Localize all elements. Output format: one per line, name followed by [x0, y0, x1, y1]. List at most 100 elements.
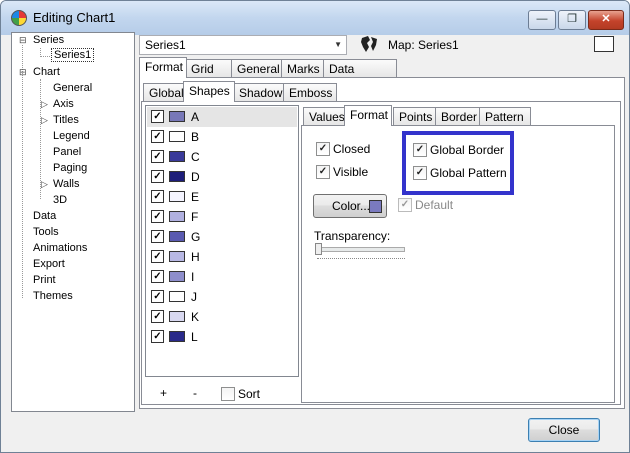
series-select-value: Series1	[145, 38, 186, 52]
close-button[interactable]: Close	[528, 418, 600, 442]
list-item[interactable]: ✓ L	[147, 327, 297, 347]
tab-shapes[interactable]: Shapes	[183, 81, 235, 102]
tab-grid-3d[interactable]: Grid 3D	[185, 59, 233, 94]
list-item-checkbox[interactable]: ✓	[151, 210, 164, 223]
tree-axis[interactable]: Axis	[53, 98, 74, 110]
list-item-checkbox[interactable]: ✓	[151, 330, 164, 343]
tree-walls[interactable]: Walls	[53, 178, 79, 190]
sort-checkbox-box[interactable]	[221, 387, 235, 401]
expand-icon[interactable]: ▷	[41, 99, 48, 110]
chevron-down-icon[interactable]: ▼	[334, 40, 342, 49]
list-item-checkbox[interactable]: ✓	[151, 110, 164, 123]
default-checkbox-box[interactable]: ✓	[398, 198, 412, 212]
close-window-button[interactable]: ✕	[588, 10, 624, 30]
tab-shadow[interactable]: Shadow	[233, 83, 285, 102]
tree-connector	[40, 56, 50, 57]
tab-data-source[interactable]: Data Source	[323, 59, 397, 94]
global-border-checkbox-box[interactable]: ✓	[413, 143, 427, 157]
sort-label: Sort	[238, 387, 261, 401]
list-item-checkbox[interactable]: ✓	[151, 190, 164, 203]
color-button-label: Color...	[332, 199, 371, 213]
tree-series1[interactable]: Series1	[51, 48, 95, 62]
tree-series[interactable]: Series	[33, 34, 64, 46]
app-icon	[11, 10, 27, 26]
highlight-frame	[402, 131, 514, 195]
tree-general[interactable]: General	[53, 82, 92, 94]
list-item-checkbox[interactable]: ✓	[151, 310, 164, 323]
list-item[interactable]: ✓ F	[147, 207, 297, 227]
list-item[interactable]: ✓ H	[147, 247, 297, 267]
list-item-checkbox[interactable]: ✓	[151, 270, 164, 283]
list-item-label: E	[191, 190, 200, 204]
transparency-slider[interactable]	[317, 247, 405, 252]
closed-label: Closed	[333, 142, 371, 156]
series-color-swatch[interactable]	[594, 36, 614, 52]
editor-window: Editing Chart1 — ❐ ✕ ⊟ Series Series1 ⊟ …	[0, 0, 630, 453]
tree-themes[interactable]: Themes	[33, 290, 73, 302]
tab-points[interactable]: Points	[393, 107, 437, 126]
tree-animations[interactable]: Animations	[33, 242, 87, 254]
collapse-icon[interactable]: ⊟	[19, 35, 27, 46]
list-item[interactable]: ✓ A	[147, 107, 297, 127]
list-item-label: L	[191, 330, 198, 344]
tree-panel[interactable]: Panel	[53, 146, 81, 158]
color-button[interactable]: Color...	[313, 194, 387, 218]
series-select[interactable]: Series1 ▼	[139, 35, 347, 55]
list-item[interactable]: ✓ I	[147, 267, 297, 287]
color-swatch	[169, 251, 185, 262]
list-item-checkbox[interactable]: ✓	[151, 130, 164, 143]
collapse-icon[interactable]: ⊟	[19, 67, 27, 78]
color-swatch	[169, 311, 185, 322]
tab-pattern[interactable]: Pattern	[479, 107, 531, 126]
tree-connector	[22, 45, 23, 298]
list-item-checkbox[interactable]: ✓	[151, 290, 164, 303]
list-item-label: A	[191, 110, 200, 124]
expand-icon[interactable]: ▷	[41, 179, 48, 190]
list-item[interactable]: ✓ C	[147, 147, 297, 167]
maximize-button[interactable]: ❐	[558, 10, 586, 30]
transparency-label: Transparency:	[314, 229, 391, 243]
editor-tree[interactable]: ⊟ Series Series1 ⊟ Chart General ▷ Axis …	[11, 32, 135, 412]
window-title: Editing Chart1	[33, 10, 116, 25]
minimize-button[interactable]: —	[528, 10, 556, 30]
shape-list[interactable]: ✓ A ✓ B ✓ C ✓ D ✓ E ✓ F ✓ G ✓ H ✓ I ✓ J …	[145, 105, 299, 377]
global-pattern-label: Global Pattern	[430, 166, 507, 180]
visible-checkbox-box[interactable]: ✓	[316, 165, 330, 179]
color-swatch	[169, 331, 185, 342]
remove-shape-button[interactable]: -	[193, 386, 197, 400]
transparency-slider-thumb[interactable]	[315, 243, 322, 255]
list-item[interactable]: ✓ E	[147, 187, 297, 207]
tab-emboss[interactable]: Emboss	[283, 83, 337, 102]
list-item-checkbox[interactable]: ✓	[151, 150, 164, 163]
list-item[interactable]: ✓ B	[147, 127, 297, 147]
tree-export[interactable]: Export	[33, 258, 65, 270]
list-item-checkbox[interactable]: ✓	[151, 250, 164, 263]
tree-data[interactable]: Data	[33, 210, 56, 222]
title-bar[interactable]: Editing Chart1 — ❐ ✕	[1, 1, 629, 35]
closed-checkbox-box[interactable]: ✓	[316, 142, 330, 156]
tree-chart[interactable]: Chart	[33, 66, 60, 78]
tree-print[interactable]: Print	[33, 274, 56, 286]
list-item[interactable]: ✓ K	[147, 307, 297, 327]
color-swatch	[169, 271, 185, 282]
tab-border[interactable]: Border	[435, 107, 483, 126]
tab-marks[interactable]: Marks	[281, 59, 325, 78]
list-item-checkbox[interactable]: ✓	[151, 230, 164, 243]
expand-icon[interactable]: ▷	[41, 115, 48, 126]
tab-values[interactable]: Values	[303, 107, 347, 126]
list-item-checkbox[interactable]: ✓	[151, 170, 164, 183]
tab-general[interactable]: General	[231, 59, 283, 78]
tree-tools[interactable]: Tools	[33, 226, 59, 238]
list-item[interactable]: ✓ G	[147, 227, 297, 247]
tab-format[interactable]: Format	[139, 57, 187, 78]
tree-legend[interactable]: Legend	[53, 130, 90, 142]
global-pattern-checkbox-box[interactable]: ✓	[413, 166, 427, 180]
tree-titles[interactable]: Titles	[53, 114, 79, 126]
tab-format-inner[interactable]: Format	[344, 105, 392, 126]
add-shape-button[interactable]: +	[160, 386, 167, 400]
list-item[interactable]: ✓ J	[147, 287, 297, 307]
list-item[interactable]: ✓ D	[147, 167, 297, 187]
tree-paging[interactable]: Paging	[53, 162, 87, 174]
tree-3d[interactable]: 3D	[53, 194, 67, 206]
list-item-label: I	[191, 270, 195, 284]
